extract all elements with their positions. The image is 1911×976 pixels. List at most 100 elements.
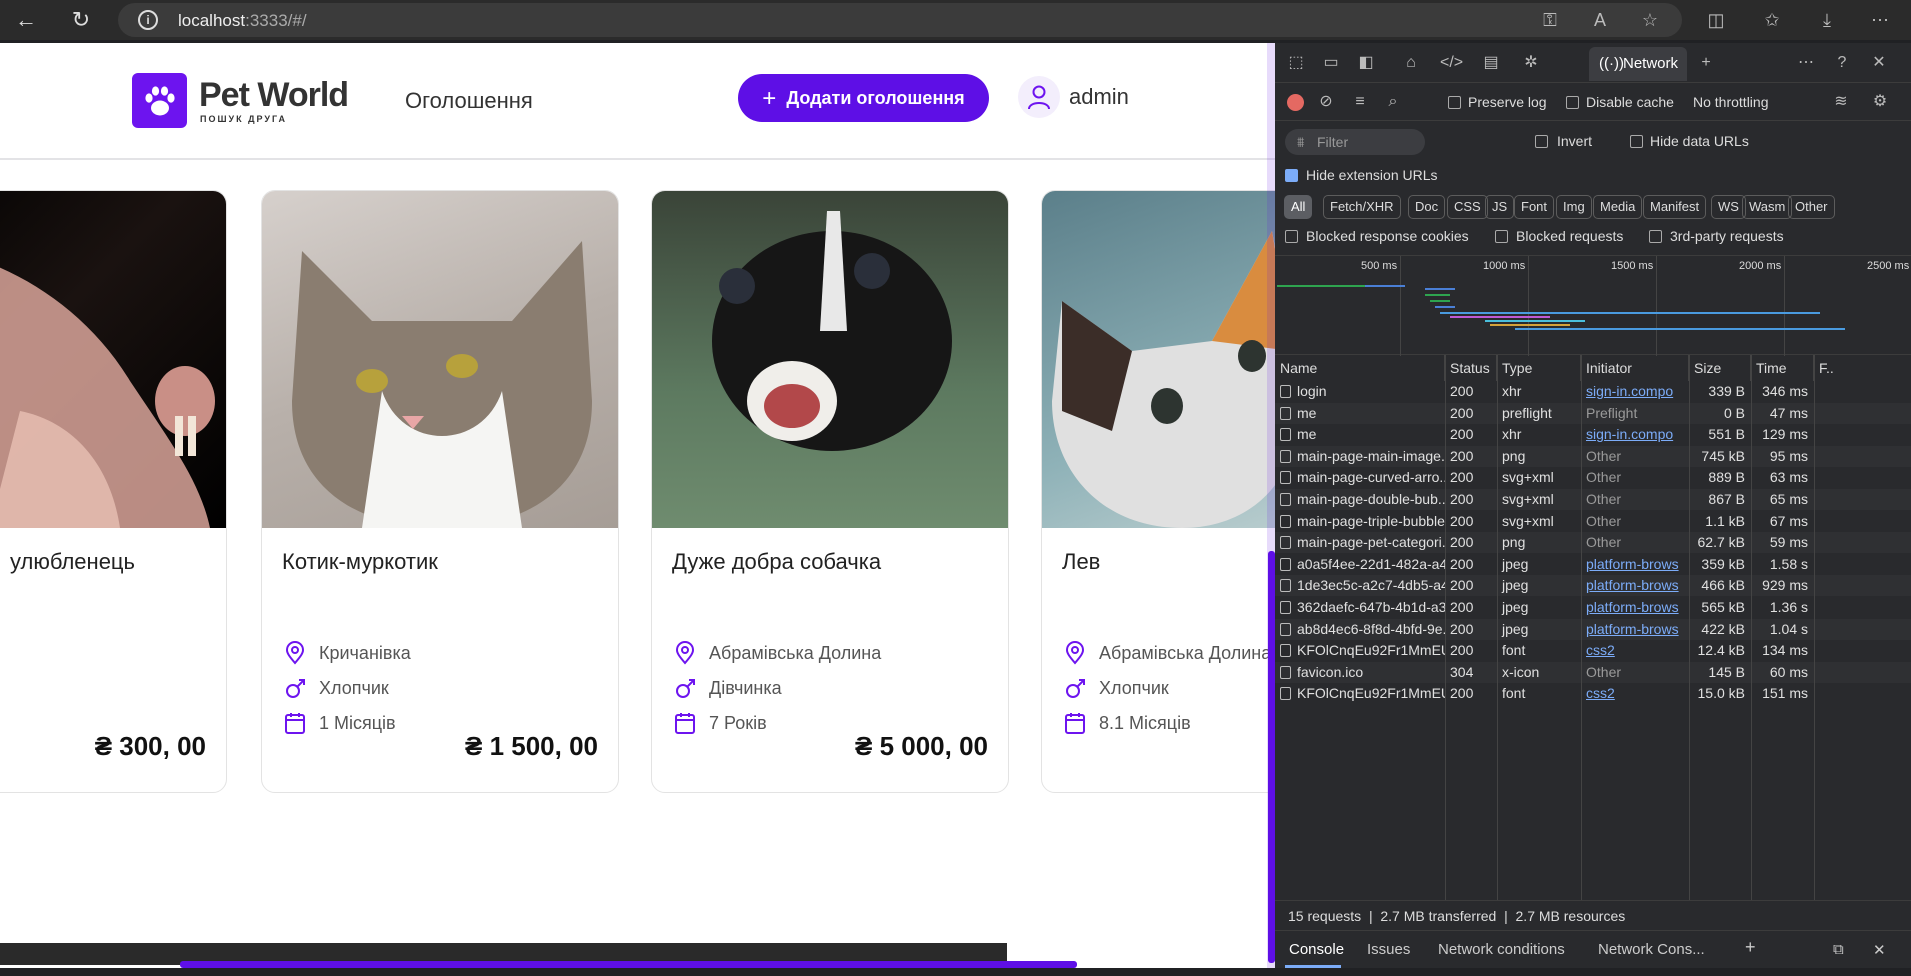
cell-initiator[interactable]: sign-in.compo: [1581, 424, 1689, 445]
chip-ws[interactable]: WS: [1711, 195, 1746, 219]
inspect-icon[interactable]: ⬚: [1285, 52, 1307, 74]
clear-icon[interactable]: ⊘: [1315, 91, 1337, 113]
favorites-icon[interactable]: ✩: [1760, 8, 1784, 32]
record-icon[interactable]: [1287, 94, 1304, 111]
drawer-tab-console[interactable]: Console: [1289, 941, 1344, 958]
nav-link-ads[interactable]: Оголошення: [405, 88, 533, 114]
settings-gear-icon[interactable]: ⚙: [1869, 91, 1891, 113]
network-conditions-icon[interactable]: ≋: [1830, 91, 1852, 113]
network-request-row[interactable]: 1de3ec5c-a2c7-4db5-a4... 200 jpeg platform-…: [1275, 575, 1911, 597]
network-request-row[interactable]: me 200 preflight Preflight 0 B 47 ms: [1275, 402, 1911, 424]
blocked-requests-checkbox[interactable]: [1495, 230, 1508, 243]
welcome-home-icon[interactable]: ⌂: [1400, 52, 1422, 74]
chip-media[interactable]: Media: [1593, 195, 1643, 219]
dock-icon[interactable]: ◧: [1355, 52, 1377, 74]
chip-img[interactable]: Img: [1556, 195, 1592, 219]
network-request-row[interactable]: main-page-triple-bubble... 200 svg+xml Othe…: [1275, 511, 1911, 532]
chip-other[interactable]: Other: [1788, 195, 1835, 219]
cell-initiator[interactable]: sign-in.compo: [1581, 381, 1689, 402]
network-request-row[interactable]: KFOlCnqEu92Fr1MmEU9... 200 font css2 15.0 kB…: [1275, 683, 1911, 704]
more-menu-icon[interactable]: ⋯: [1868, 8, 1892, 32]
cell-initiator[interactable]: css2: [1581, 640, 1689, 661]
drawer-close-icon[interactable]: ✕: [1873, 941, 1886, 959]
site-info-icon[interactable]: i: [138, 10, 158, 30]
drawer-dock-icon[interactable]: ⧉: [1833, 941, 1844, 958]
col-initiator[interactable]: Initiator: [1581, 355, 1689, 381]
chip-manifest[interactable]: Manifest: [1643, 195, 1707, 219]
cell-initiator[interactable]: platform-brows: [1581, 575, 1689, 596]
address-bar[interactable]: i localhost:3333/#/: [118, 3, 1682, 37]
tab-network[interactable]: ((·)) Network: [1589, 47, 1687, 81]
network-request-row[interactable]: main-page-main-image.... 200 png Other 745 k…: [1275, 445, 1911, 467]
col-size[interactable]: Size: [1689, 355, 1751, 381]
blocked-cookies-checkbox[interactable]: [1285, 230, 1298, 243]
chip-js[interactable]: JS: [1485, 195, 1515, 219]
chip-all[interactable]: All: [1284, 195, 1313, 219]
help-icon[interactable]: ?: [1831, 52, 1853, 74]
cell-initiator[interactable]: css2: [1581, 683, 1689, 704]
back-icon[interactable]: ←: [12, 6, 40, 34]
hide-data-urls-checkbox[interactable]: [1630, 135, 1643, 148]
logo-title[interactable]: Pet World: [199, 76, 349, 115]
network-request-row[interactable]: main-page-double-bub... 200 svg+xml Other 86…: [1275, 489, 1911, 510]
network-request-row[interactable]: favicon.ico 304 x-icon Other 145 B 60 ms: [1275, 661, 1911, 683]
user-name[interactable]: admin: [1069, 84, 1129, 110]
filter-toggle-icon[interactable]: ≡: [1349, 91, 1371, 113]
preserve-log-checkbox[interactable]: [1448, 96, 1461, 109]
network-request-row[interactable]: login 200 xhr sign-in.compo 339 B 346 ms: [1275, 381, 1911, 402]
pet-card[interactable]: улюбленець а ів ₴ 300, 00: [0, 190, 227, 793]
third-party-checkbox[interactable]: [1649, 230, 1662, 243]
device-toolbar-icon[interactable]: ▭: [1320, 52, 1342, 74]
drawer-tab-issues[interactable]: Issues: [1367, 941, 1410, 958]
drawer-tab-network-console[interactable]: Network Cons...: [1598, 941, 1705, 958]
add-tab-icon[interactable]: +: [1695, 52, 1717, 74]
throttling-select[interactable]: No throttling: [1693, 94, 1768, 110]
network-request-row[interactable]: KFOlCnqEu92Fr1MmEU9... 200 font css2 12.4 kB…: [1275, 640, 1911, 661]
network-request-row[interactable]: main-page-pet-categori... 200 png Other 62.7…: [1275, 532, 1911, 554]
chip-font[interactable]: Font: [1514, 195, 1555, 219]
pet-card[interactable]: Лев Абрамівська Долина Хлопчик 8.1 Місяц…: [1041, 190, 1275, 793]
chip-css[interactable]: CSS: [1447, 195, 1488, 219]
more-tools-icon[interactable]: ⋯: [1795, 52, 1817, 74]
network-request-row[interactable]: 362daefc-647b-4b1d-a3... 200 jpeg platform-…: [1275, 597, 1911, 618]
elements-icon[interactable]: </>: [1440, 52, 1463, 74]
network-request-row[interactable]: me 200 xhr sign-in.compo 551 B 129 ms: [1275, 424, 1911, 445]
invert-checkbox[interactable]: [1535, 135, 1548, 148]
reload-icon[interactable]: ↻: [67, 6, 95, 34]
col-fulfilled[interactable]: F..: [1814, 355, 1911, 381]
drawer-tab-network-conditions[interactable]: Network conditions: [1438, 941, 1565, 958]
console-icon[interactable]: ▤: [1480, 52, 1502, 74]
disable-cache-checkbox[interactable]: [1566, 96, 1579, 109]
col-status[interactable]: Status: [1445, 355, 1497, 381]
vertical-scrollbar-thumb[interactable]: [1268, 551, 1275, 963]
col-name[interactable]: Name: [1275, 355, 1445, 381]
col-type[interactable]: Type: [1497, 355, 1581, 381]
read-aloud-icon[interactable]: A: [1588, 8, 1612, 32]
sources-bug-icon[interactable]: ✲: [1520, 52, 1542, 74]
chip-wasm[interactable]: Wasm: [1742, 195, 1793, 219]
split-screen-icon[interactable]: ◫: [1704, 8, 1728, 32]
download-icon[interactable]: ⤓: [1815, 8, 1839, 32]
filter-input[interactable]: ⩩ Filter: [1285, 129, 1425, 155]
network-request-row[interactable]: main-page-curved-arro... 200 svg+xml Other 8…: [1275, 467, 1911, 488]
key-icon[interactable]: ⚿: [1538, 8, 1562, 32]
cell-initiator[interactable]: platform-brows: [1581, 619, 1689, 640]
add-ad-button[interactable]: + Додати оголошення: [738, 74, 989, 122]
hide-extension-urls-checkbox[interactable]: [1285, 169, 1298, 182]
favorite-star-icon[interactable]: ☆: [1638, 8, 1662, 32]
network-overview-timeline[interactable]: 500 ms 1000 ms 1500 ms 2000 ms 2500 ms: [1275, 255, 1911, 356]
close-devtools-icon[interactable]: ✕: [1868, 52, 1890, 74]
horizontal-scrollbar-thumb[interactable]: [180, 961, 1077, 968]
network-request-row[interactable]: a0a5f4ee-22d1-482a-a4... 200 jpeg platform-…: [1275, 554, 1911, 575]
pet-card[interactable]: Дуже добра собачка Абрамівська Долина Ді…: [651, 190, 1009, 793]
chip-fetch-xhr[interactable]: Fetch/XHR: [1323, 195, 1401, 219]
paw-logo-icon[interactable]: [132, 73, 187, 128]
network-request-row[interactable]: ab8d4ec6-8f8d-4bfd-9e... 200 jpeg platform-…: [1275, 618, 1911, 640]
user-avatar-icon[interactable]: [1018, 76, 1060, 118]
drawer-add-tab-icon[interactable]: +: [1745, 937, 1756, 958]
cell-initiator[interactable]: platform-brows: [1581, 554, 1689, 575]
col-time[interactable]: Time: [1751, 355, 1814, 381]
pet-card[interactable]: Котик-муркотик Кричанівка Хлопчик 1 Міся…: [261, 190, 619, 793]
search-icon[interactable]: ⌕: [1382, 91, 1404, 113]
cell-initiator[interactable]: platform-brows: [1581, 597, 1689, 618]
